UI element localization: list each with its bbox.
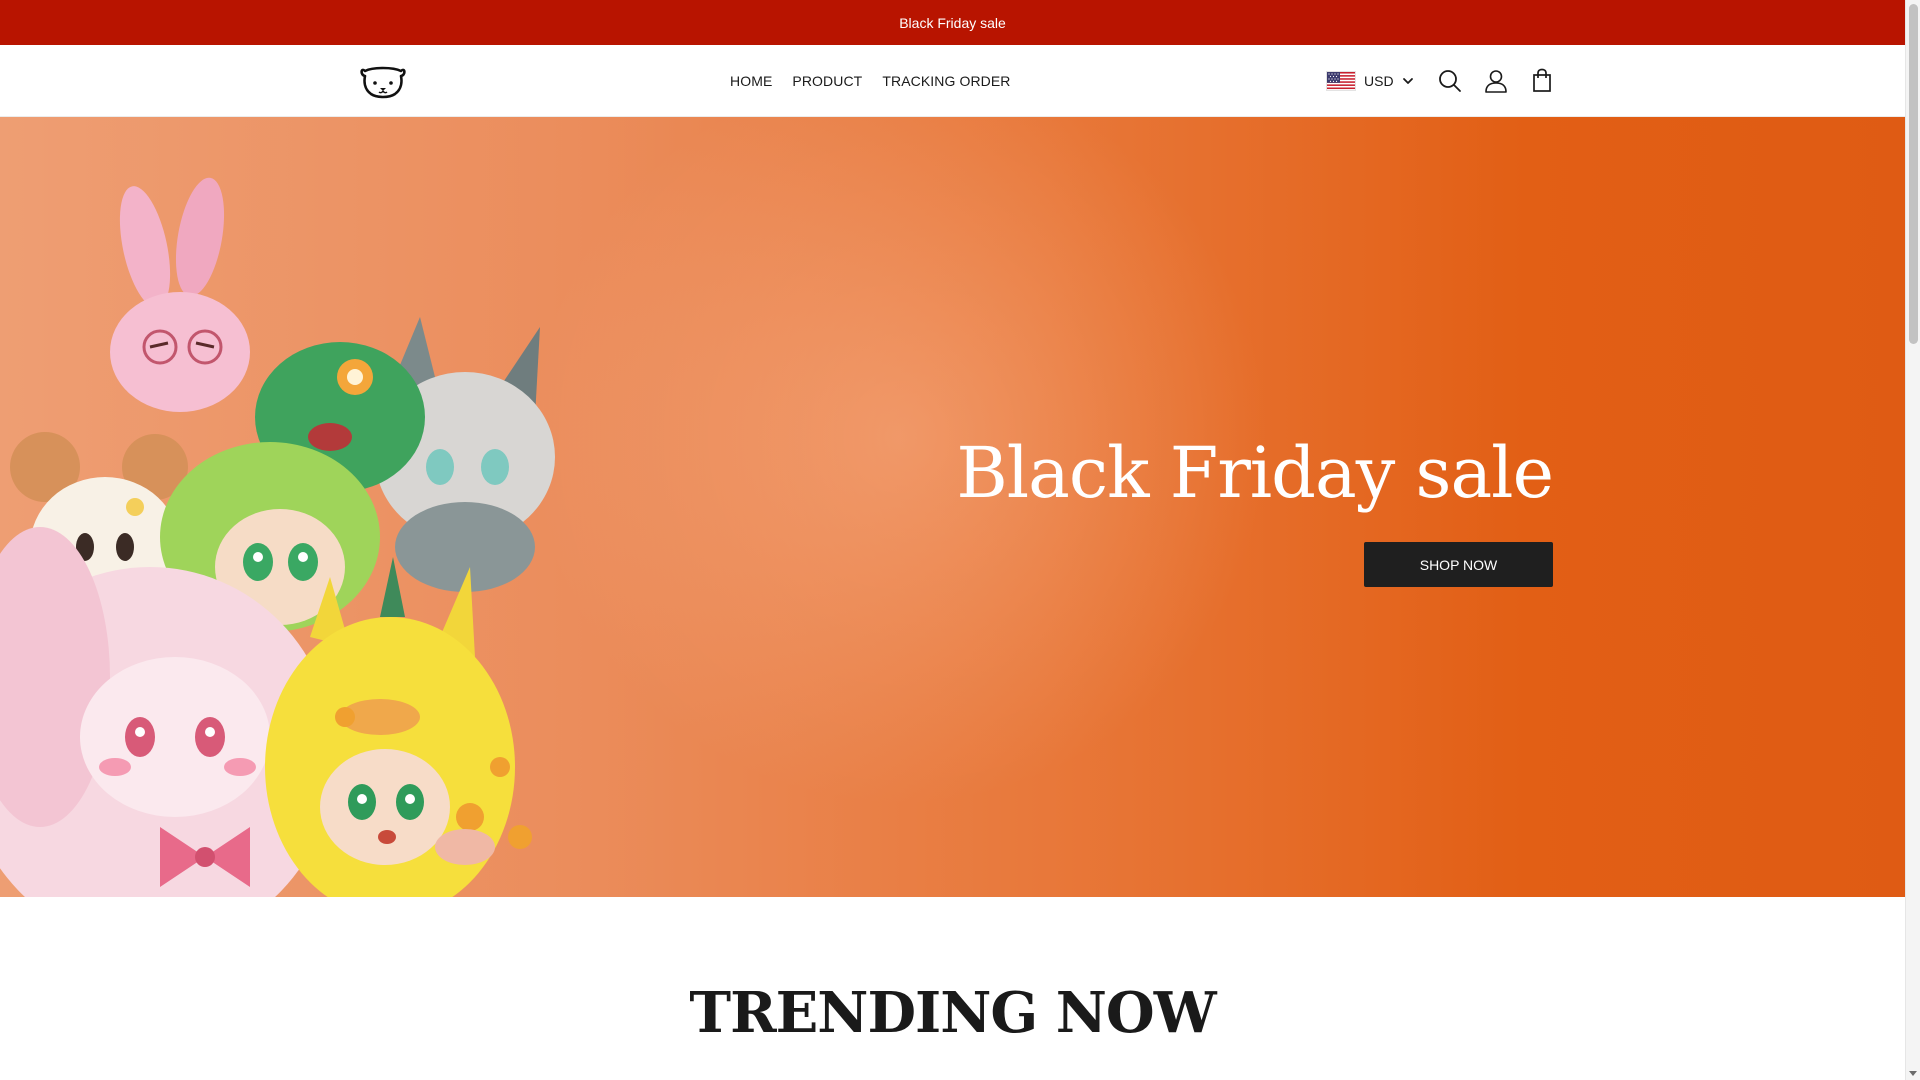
us-flag-icon: [1326, 71, 1356, 91]
account-button[interactable]: [1483, 68, 1509, 94]
main-nav: HOME PRODUCT TRACKING ORDER: [720, 45, 1021, 117]
chevron-down-icon: [1402, 78, 1413, 84]
page-scrollbar[interactable]: [1905, 0, 1920, 1080]
currency-label: USD: [1364, 73, 1394, 89]
nav-home[interactable]: HOME: [720, 73, 782, 89]
cart-button[interactable]: [1529, 68, 1555, 94]
announcement-text: Black Friday sale: [899, 14, 1006, 31]
hero-title: Black Friday sale: [956, 432, 1554, 514]
scroll-down-icon[interactable]: [1909, 1071, 1917, 1076]
cart-icon: [1533, 68, 1551, 92]
nav-product[interactable]: PRODUCT: [782, 73, 872, 89]
hero-banner: Black Friday sale SHOP NOW: [0, 117, 1905, 897]
bear-face-icon: [360, 66, 406, 99]
currency-selector[interactable]: USD: [1326, 69, 1414, 93]
logo[interactable]: [357, 63, 409, 99]
shop-now-button[interactable]: SHOP NOW: [1364, 542, 1553, 587]
scrollbar-thumb[interactable]: [1909, 4, 1918, 344]
trending-title: TRENDING NOW: [689, 980, 1216, 1046]
page: Black Friday sale HOME PRODUCT TRACKING …: [0, 0, 1905, 1080]
announcement-bar: Black Friday sale: [0, 0, 1905, 45]
site-header: HOME PRODUCT TRACKING ORDER USD: [0, 45, 1905, 117]
search-button[interactable]: [1437, 68, 1463, 94]
plush-toys-illustration: [0, 177, 555, 897]
search-icon: [1439, 70, 1461, 92]
account-icon: [1485, 70, 1507, 93]
nav-tracking-order[interactable]: TRACKING ORDER: [872, 73, 1020, 89]
